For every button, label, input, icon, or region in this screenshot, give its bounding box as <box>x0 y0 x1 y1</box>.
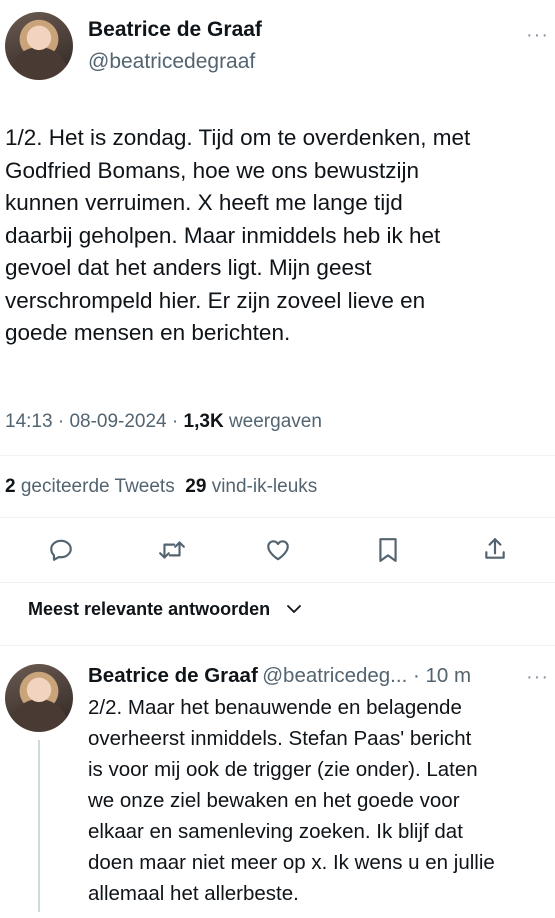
views-label: weergaven <box>223 411 322 432</box>
reply-author-name[interactable]: Beatrice de Graaf <box>88 664 258 687</box>
reply-time[interactable]: · 10 m <box>407 664 471 687</box>
quote-label: geciteerde Tweets <box>15 476 175 497</box>
tweet-meta: 14:13 · 08-09-2024 · 1,3K weergaven <box>5 411 322 433</box>
meta-separator: · <box>52 411 70 432</box>
meta-separator: · <box>166 411 184 432</box>
reply-header: Beatrice de Graaf @beatricedeg... · 10 m <box>88 664 471 688</box>
retweet-icon <box>159 541 185 559</box>
more-options-button[interactable]: ··· <box>526 24 549 47</box>
reply-sort-label: Meest relevante antwoorden <box>28 599 271 619</box>
like-label: vind-ik-leuks <box>206 476 318 497</box>
reply-text: 2/2. Maar het benauwende en belagende ov… <box>88 696 495 905</box>
thread-line <box>38 740 40 912</box>
reply-icon <box>50 539 72 561</box>
author-avatar[interactable] <box>5 12 73 80</box>
author-handle[interactable]: @beatricedegraaf <box>88 50 255 74</box>
reply-more-options-button[interactable]: ··· <box>526 666 549 689</box>
author-name[interactable]: Beatrice de Graaf <box>88 18 262 42</box>
share-icon <box>485 538 505 559</box>
retweet-button[interactable] <box>158 537 186 563</box>
quote-tweets-link[interactable]: 2 geciteerde Tweets <box>5 476 175 497</box>
reply-button[interactable] <box>48 537 74 563</box>
like-button[interactable] <box>264 537 292 563</box>
bookmark-button[interactable] <box>376 537 400 563</box>
bookmark-icon <box>379 538 397 562</box>
views-count: 1,3K <box>183 411 224 432</box>
tweet-time[interactable]: 14:13 <box>5 411 53 432</box>
chevron-down-icon <box>287 605 301 613</box>
tweet-text: 1/2. Het is zondag. Tijd om te overdenke… <box>5 125 471 345</box>
divider <box>0 582 555 583</box>
like-count: 29 <box>185 476 207 497</box>
reply-author-handle[interactable]: @beatricedeg... <box>262 664 407 687</box>
quote-count: 2 <box>5 476 16 497</box>
share-button[interactable] <box>482 536 508 562</box>
reply-sort-dropdown[interactable]: Meest relevante antwoorden <box>28 599 303 620</box>
divider <box>0 645 555 646</box>
reply-author-avatar[interactable] <box>5 664 73 732</box>
divider <box>0 517 555 518</box>
like-icon <box>267 540 289 561</box>
tweet-stats: 2 geciteerde Tweets 29 vind-ik-leuks <box>5 476 317 498</box>
likes-link[interactable]: 29 vind-ik-leuks <box>185 476 317 497</box>
divider <box>0 455 555 456</box>
tweet-date[interactable]: 08-09-2024 <box>69 411 166 432</box>
